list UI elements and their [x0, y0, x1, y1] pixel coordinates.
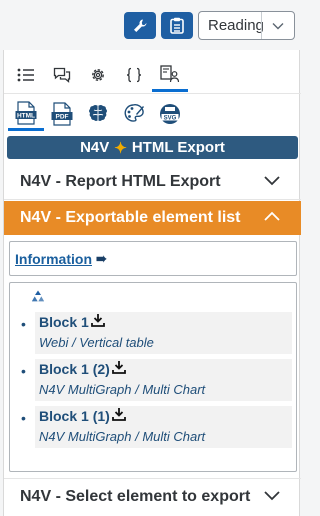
refresh-icon[interactable] [30, 289, 46, 305]
view-mode-value: Reading [208, 17, 264, 34]
accordion-element-list[interactable]: N4V - Exportable element list [4, 201, 301, 235]
chevron-down-icon [264, 176, 280, 186]
title-left: N4V [80, 139, 110, 156]
view-mode-arrow[interactable] [261, 12, 294, 39]
clipboard-icon [170, 17, 184, 34]
braces-icon [126, 67, 142, 83]
chevron-down-icon [272, 22, 284, 29]
tab-code[interactable] [116, 58, 152, 92]
item-type: N4V MultiGraph / Multi Chart [39, 382, 206, 397]
tab-style[interactable] [116, 97, 152, 131]
item-name[interactable]: Block 1 [39, 314, 89, 330]
html-file-icon: HTML [15, 100, 37, 125]
tab-comments[interactable] [44, 58, 80, 92]
tab-ai[interactable] [80, 97, 116, 131]
wrench-icon [134, 19, 147, 32]
pdf-file-icon: PDF [51, 102, 73, 126]
bullet: • [21, 316, 26, 332]
download-icon[interactable] [112, 407, 126, 421]
item-name[interactable]: Block 1 (1) [39, 408, 110, 424]
pdf-tab-label: PDF [56, 114, 69, 121]
accordion-report-export[interactable]: N4V - Report HTML Export [4, 164, 301, 200]
tab-settings[interactable] [80, 58, 116, 92]
clipboard-button[interactable] [161, 12, 193, 39]
download-icon[interactable] [91, 313, 105, 327]
item-name[interactable]: Block 1 (2) [39, 361, 110, 377]
sparkle-icon: ✦ [114, 139, 127, 157]
palette-icon [124, 104, 144, 122]
chevron-down-icon [264, 491, 280, 501]
accordion-element-list-label: N4V - Exportable element list [20, 209, 241, 226]
tab-list[interactable] [8, 58, 44, 92]
double-arrow-right-icon: ➠ [96, 250, 107, 266]
bullet: • [21, 363, 26, 379]
html-tab-label: HTML [17, 112, 35, 119]
element-list-box: • Block 1 Webi / Vertical table • Block … [9, 282, 297, 472]
n4v-panel: HTML PDF SVG N4V ✦ HTML Export N4V - Rep… [3, 50, 301, 516]
title-right: HTML Export [131, 139, 225, 156]
export-user-icon [160, 64, 180, 82]
accordion-select-element-label: N4V - Select element to export [20, 487, 251, 505]
view-mode-select[interactable]: Reading [198, 11, 295, 40]
information-box: Information ➠ [9, 241, 297, 276]
format-tabs: HTML PDF SVG [4, 97, 301, 135]
item-type: Webi / Vertical table [39, 335, 154, 350]
wrench-button[interactable] [124, 12, 156, 39]
comments-icon [53, 67, 71, 83]
bullet: • [21, 410, 26, 426]
top-toolbar: Reading [0, 0, 303, 50]
tab-html[interactable]: HTML [8, 97, 44, 131]
svg-file-icon: SVG [160, 104, 180, 124]
gear-icon [92, 69, 104, 81]
chevron-up-icon [264, 211, 280, 221]
brain-icon [89, 105, 107, 121]
export-title-bar: N4V ✦ HTML Export [7, 136, 298, 159]
tab-export[interactable] [152, 58, 188, 92]
list-item[interactable]: • Block 1 Webi / Vertical table [21, 312, 292, 354]
information-link[interactable]: Information [15, 251, 92, 267]
tab-pdf[interactable]: PDF [44, 97, 80, 131]
list-item[interactable]: • Block 1 (1) N4V MultiGraph / Multi Cha… [21, 406, 292, 448]
list-icon [17, 68, 34, 82]
list-item[interactable]: • Block 1 (2) N4V MultiGraph / Multi Cha… [21, 359, 292, 401]
accordion-select-element[interactable]: N4V - Select element to export [4, 478, 301, 514]
accordion-report-export-label: N4V - Report HTML Export [20, 172, 221, 190]
svg-tab-label: SVG [164, 115, 177, 121]
panel-tabs [4, 56, 301, 94]
download-icon[interactable] [112, 360, 126, 374]
tab-svg[interactable]: SVG [152, 97, 188, 131]
item-type: N4V MultiGraph / Multi Chart [39, 429, 206, 444]
